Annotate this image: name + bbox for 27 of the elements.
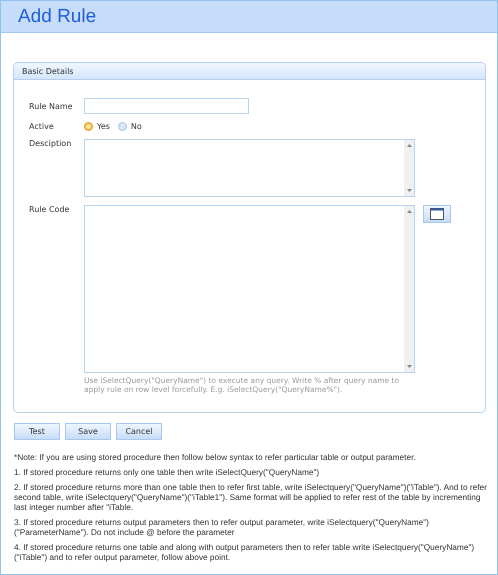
note-text: 4. If stored procedure returns one table and along with output parameters then to refer table write iSelectquery("QueryName")("iTable") and to refer output parameter, follow above point. (14, 542, 476, 562)
field-label: Desciption (29, 139, 72, 148)
action-button[interactable]: Cancel (116, 423, 162, 440)
field-label: Rule Name (29, 102, 74, 110)
action-button[interactable]: Save (65, 423, 111, 440)
note-text: 2. If stored procedure returns more than one table then to refer first table, write iSelectquery("QueryName")("iTable"). And to refer second table, write iSelectquery("QueryName")("iTable1"). Same format will be applied to refer rest of the table by incrementing last integer number after "iTable. (14, 482, 488, 512)
note-text: *Note: If you are using stored procedure then follow below syntax to refer particular table or output parameter. (14, 452, 417, 462)
note-text: 3. If stored procedure returns output parameters then to refer output parameter, write iSelectquery("QueryName")("ParameterName"). Do not include @ before the parameter (14, 517, 430, 537)
radio-option[interactable]: No (118, 122, 142, 131)
action-button[interactable]: Test (14, 423, 60, 440)
window-icon (430, 208, 444, 220)
page-title: Add Rule (18, 6, 96, 28)
scroll-down-icon[interactable] (406, 189, 412, 192)
window-button[interactable] (423, 205, 451, 223)
scroll-up-icon[interactable] (406, 210, 412, 213)
rule-name-field[interactable] (84, 98, 249, 114)
scroll-down-icon[interactable] (406, 365, 412, 368)
radio-option[interactable]: Yes (84, 122, 110, 131)
note-text: 1. If stored procedure returns only one table then write iSelectQuery("QueryName") (14, 467, 320, 477)
scrollbar[interactable] (404, 206, 414, 372)
field-label: Rule Code (29, 205, 70, 214)
panel-title: Basic Details (22, 66, 74, 76)
field-label: Active (29, 122, 55, 131)
scrollbar[interactable] (404, 140, 414, 196)
scroll-up-icon[interactable] (406, 144, 412, 147)
description-field[interactable] (84, 139, 415, 197)
rule-code-field[interactable] (84, 205, 415, 373)
